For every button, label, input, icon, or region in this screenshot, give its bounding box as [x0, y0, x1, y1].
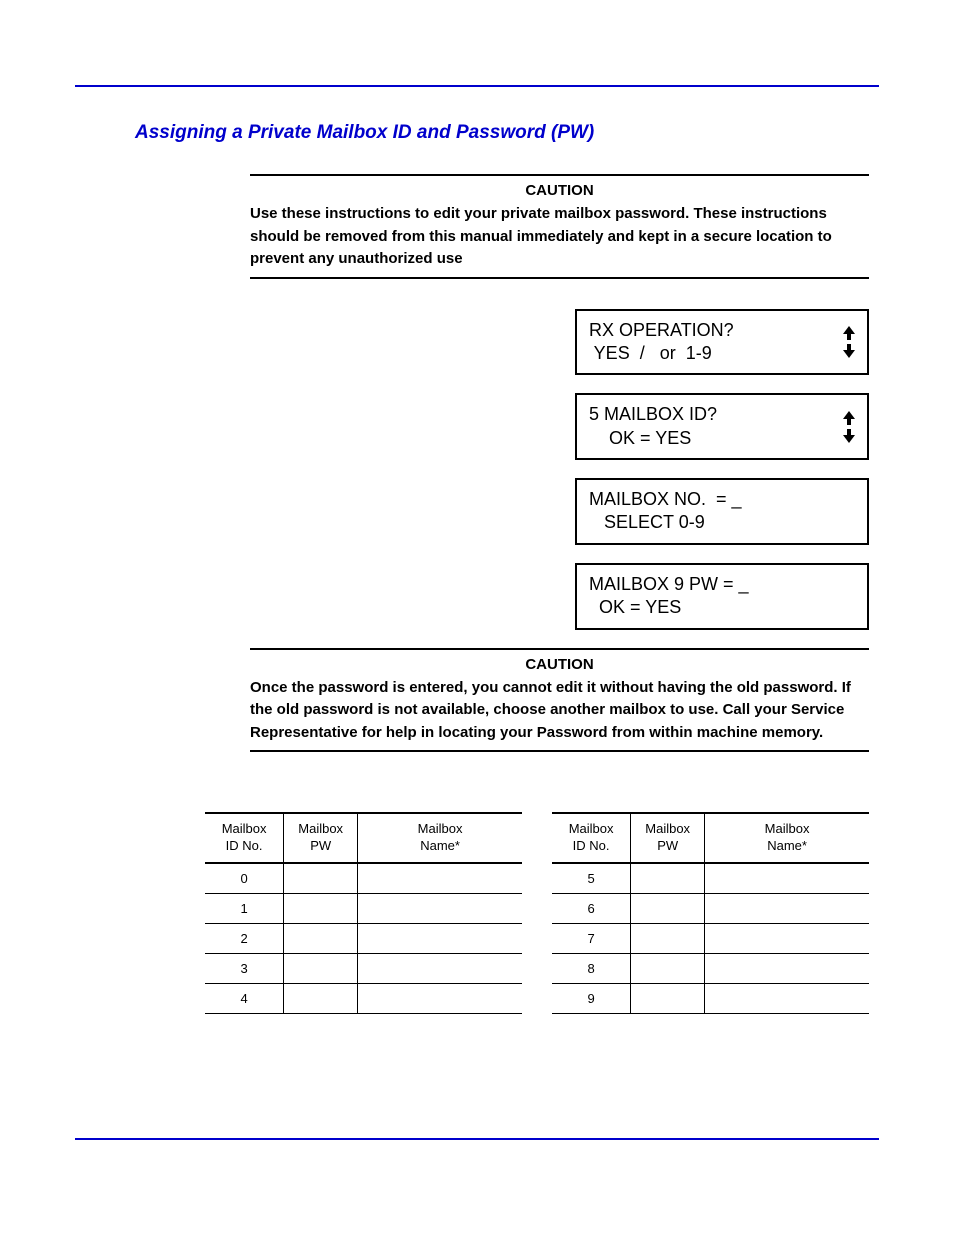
- display-line: YES / or 1-9: [589, 342, 734, 365]
- table-header: MailboxID No.: [552, 813, 631, 863]
- up-down-arrows-icon: [843, 411, 855, 443]
- display-line: RX OPERATION?: [589, 319, 734, 342]
- display-mailbox-id: 5 MAILBOX ID? OK = YES: [575, 393, 869, 460]
- table-row: 1: [205, 893, 522, 923]
- display-mailbox-no: MAILBOX NO. = _ SELECT 0-9: [575, 478, 869, 545]
- table-row: 4: [205, 983, 522, 1013]
- table-row: 2: [205, 923, 522, 953]
- table-row: 7: [552, 923, 869, 953]
- table-row: 3: [205, 953, 522, 983]
- table-header: MailboxPW: [631, 813, 705, 863]
- display-panels: RX OPERATION? YES / or 1-9 5 MAILBOX ID?…: [575, 309, 869, 630]
- table-row: 6: [552, 893, 869, 923]
- table-header: MailboxPW: [284, 813, 358, 863]
- caution-heading: CAUTION: [250, 182, 869, 199]
- display-rx-operation: RX OPERATION? YES / or 1-9: [575, 309, 869, 376]
- bottom-rule: [75, 1138, 879, 1140]
- caution-block-2: CAUTION Once the password is entered, yo…: [250, 648, 869, 753]
- table-row: 5: [552, 863, 869, 894]
- caution-text: Once the password is entered, you cannot…: [250, 677, 869, 745]
- mailbox-tables: MailboxID No. MailboxPW MailboxName* 0 1…: [205, 812, 869, 1014]
- display-line: MAILBOX NO. = _: [589, 488, 742, 511]
- section-title: Assigning a Private Mailbox ID and Passw…: [135, 122, 879, 144]
- display-line: 5 MAILBOX ID?: [589, 403, 717, 426]
- table-header: MailboxName*: [705, 813, 869, 863]
- table-header: MailboxName*: [358, 813, 522, 863]
- top-rule: [75, 85, 879, 87]
- table-row: 8: [552, 953, 869, 983]
- display-line: OK = YES: [589, 596, 749, 619]
- caution-text: Use these instructions to edit your priv…: [250, 203, 869, 271]
- table-header: MailboxID No.: [205, 813, 284, 863]
- display-line: MAILBOX 9 PW = _: [589, 573, 749, 596]
- table-row: 9: [552, 983, 869, 1013]
- display-line: OK = YES: [589, 427, 717, 450]
- table-row: 0: [205, 863, 522, 894]
- up-down-arrows-icon: [843, 326, 855, 358]
- display-mailbox-pw: MAILBOX 9 PW = _ OK = YES: [575, 563, 869, 630]
- display-line: SELECT 0-9: [589, 511, 742, 534]
- mailbox-table-right: MailboxID No. MailboxPW MailboxName* 5 6…: [552, 812, 869, 1014]
- mailbox-table-left: MailboxID No. MailboxPW MailboxName* 0 1…: [205, 812, 522, 1014]
- caution-block-1: CAUTION Use these instructions to edit y…: [250, 174, 869, 279]
- caution-heading: CAUTION: [250, 656, 869, 673]
